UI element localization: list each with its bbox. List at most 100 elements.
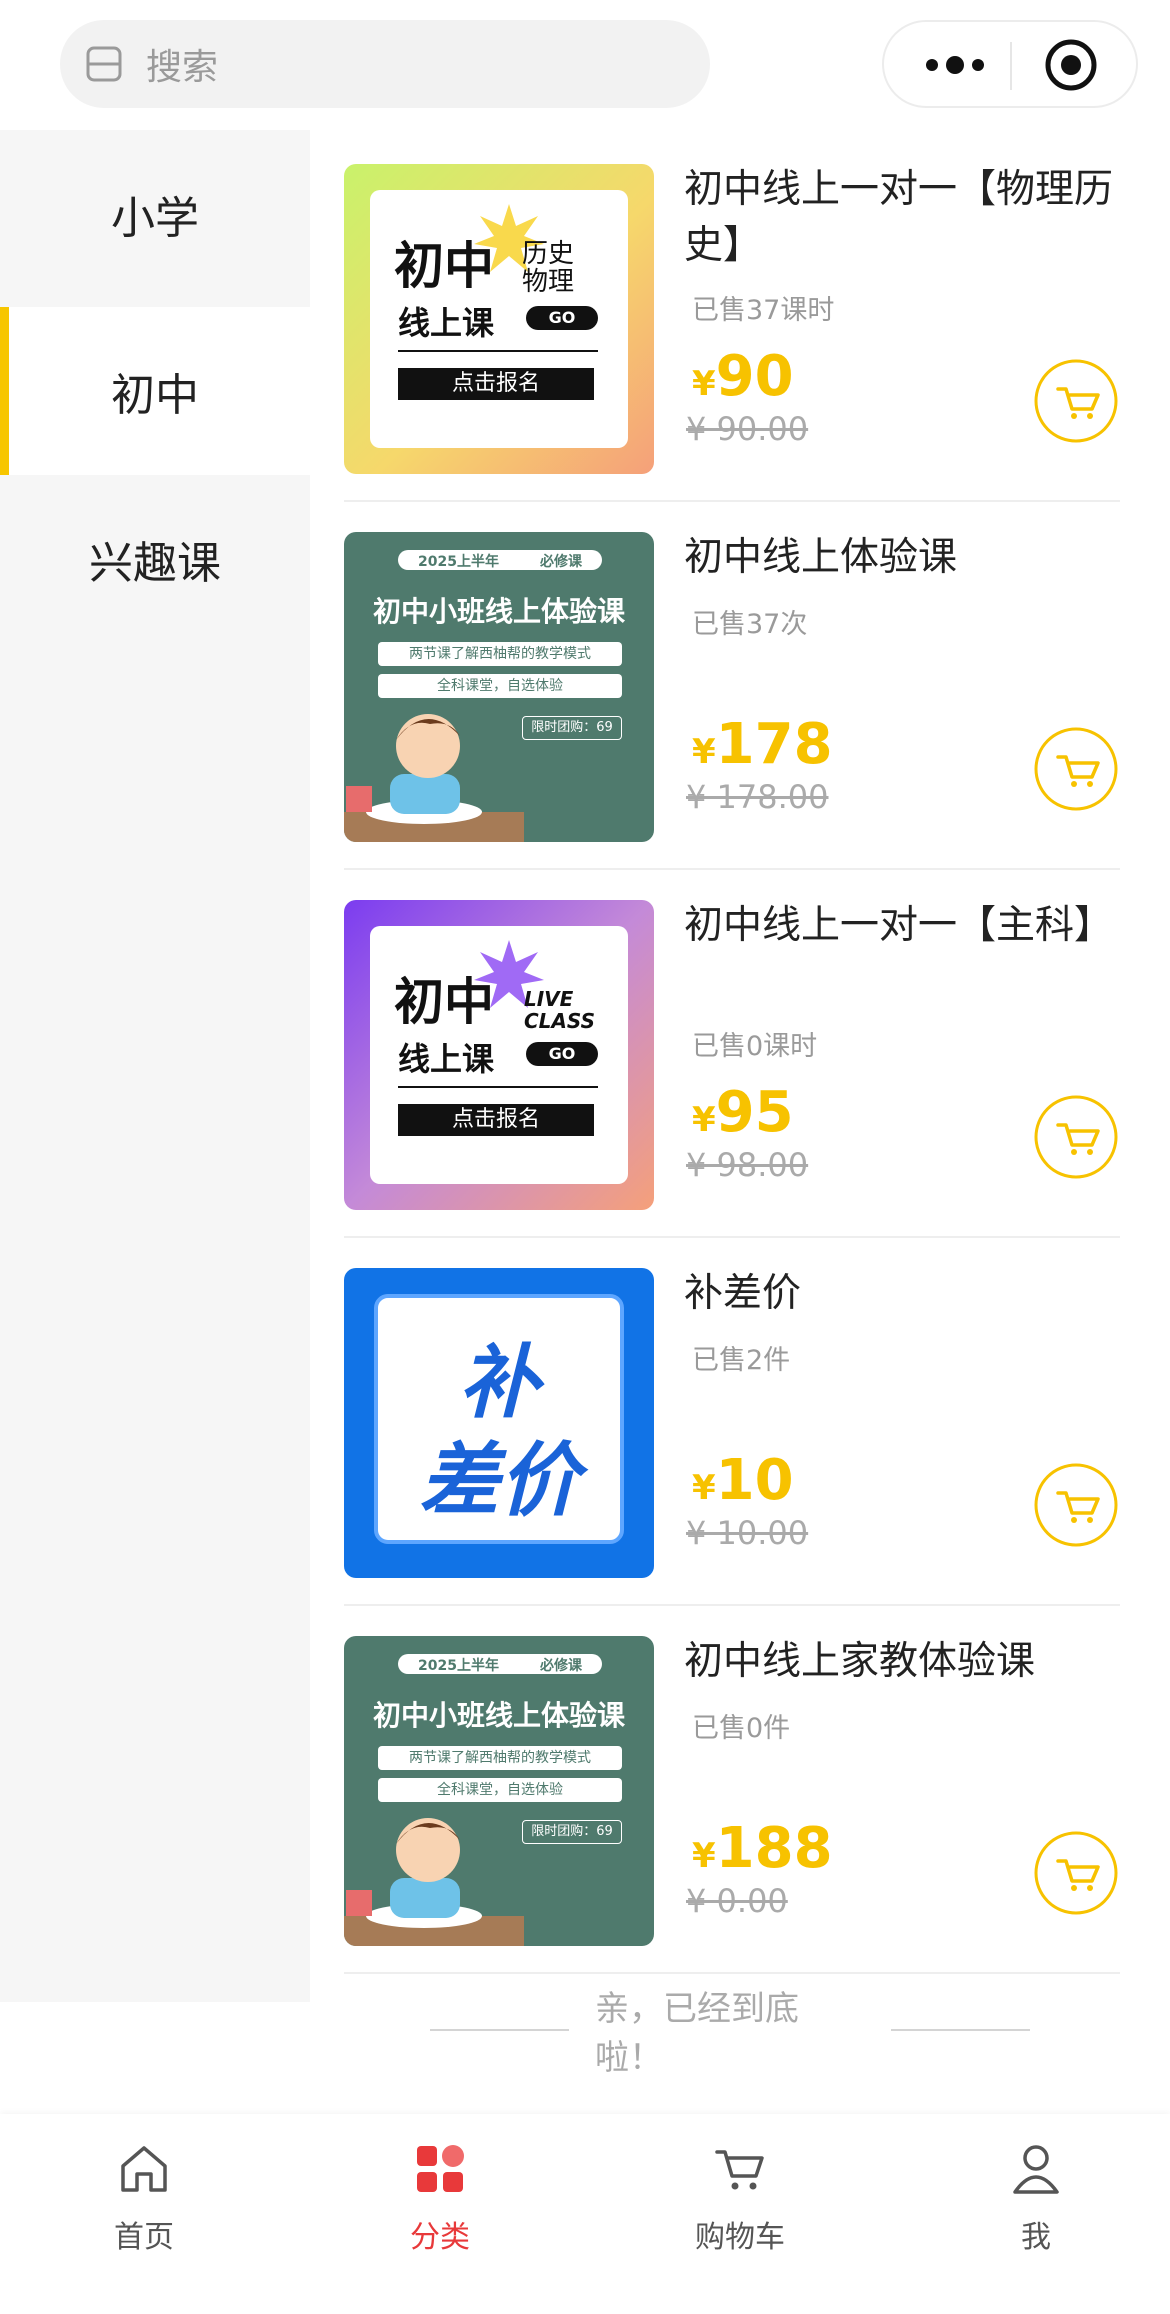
price-currency: ¥	[692, 732, 716, 772]
tab-me[interactable]: 我	[956, 2140, 1116, 2256]
product-item[interactable]: 初中 LIVE CLASS 线上课 GO 点击报名 初中线上一对一【主科】 已售…	[344, 870, 1120, 1238]
more-dots-icon[interactable]	[920, 40, 990, 90]
original-price: ¥ 98.00	[686, 1146, 809, 1184]
thumb-title: 初中小班线上体验课	[372, 595, 625, 628]
price-currency: ¥	[692, 1836, 716, 1876]
thumb-tag: 必修课	[540, 1658, 582, 1674]
capsule-divider	[1010, 42, 1012, 90]
price-value: 10	[715, 1448, 794, 1513]
add-to-cart-icon[interactable]	[1034, 1095, 1118, 1179]
scan-icon	[86, 46, 122, 82]
tab-cart[interactable]: 购物车	[660, 2140, 820, 2256]
thumb-side-text: 物理	[522, 267, 575, 297]
original-price: ¥ 178.00	[686, 778, 829, 816]
student-illustration	[344, 714, 524, 842]
sold-count: 已售37课时	[692, 295, 835, 326]
original-price: ¥ 10.00	[686, 1514, 809, 1552]
thumb-title: 初中小班线上体验课	[372, 1699, 625, 1732]
sold-count: 已售0课时	[692, 1031, 818, 1062]
product-item[interactable]: 初中 历史 物理 线上课 GO 点击报名 初中线上一对一【物理历史】 已售37课…	[344, 134, 1120, 502]
thumb-big-text: 线上课	[398, 304, 495, 342]
thumb-tag: 2025上半年	[418, 554, 499, 570]
thumb-big-text: 线上课	[398, 1040, 495, 1078]
product-thumbnail[interactable]: 初中 LIVE CLASS 线上课 GO 点击报名	[344, 900, 654, 1210]
product-price: ¥188	[692, 1816, 833, 1881]
thumb-side-text: 历史	[522, 239, 575, 269]
price-currency: ¥	[692, 1100, 716, 1140]
thumb-tag: 必修课	[540, 554, 582, 570]
sidebar-item-primary[interactable]: 小学	[0, 130, 310, 298]
product-price: ¥95	[692, 1080, 794, 1145]
tab-category[interactable]: 分类	[360, 2140, 520, 2256]
divider-line	[430, 2029, 569, 2031]
product-name[interactable]: 初中线上体验课	[684, 530, 1114, 586]
product-price: ¥10	[692, 1448, 794, 1513]
search-bar[interactable]: 搜索	[60, 20, 710, 108]
thumb-cta: 点击报名	[398, 1104, 594, 1136]
category-icon	[417, 2145, 464, 2192]
sidebar-item-interest[interactable]: 兴趣课	[0, 475, 310, 643]
product-name[interactable]: 初中线上家教体验课	[684, 1634, 1114, 1690]
price-currency: ¥	[692, 1468, 716, 1508]
go-badge: GO	[526, 1042, 598, 1066]
price-currency: ¥	[692, 364, 716, 404]
home-icon	[121, 2146, 167, 2192]
mini-program-capsule	[882, 20, 1138, 108]
product-item[interactable]: 2025上半年 必修课 初中小班线上体验课 两节课了解西柚帮的教学模式 全科课堂…	[344, 502, 1120, 870]
price-value: 90	[715, 344, 794, 409]
thumb-promo: 限时团购：69	[522, 1820, 622, 1844]
thumb-line: 两节课了解西柚帮的教学模式	[378, 642, 622, 666]
original-price: ¥ 0.00	[686, 1882, 788, 1920]
product-item[interactable]: 补 差价 补差价 已售2件 ¥10 ¥ 10.00	[344, 1238, 1120, 1606]
tab-label: 购物车	[695, 2220, 785, 2255]
thumb-text: 差价	[419, 1434, 579, 1527]
divider-line	[891, 2029, 1030, 2031]
student-illustration	[344, 1818, 524, 1946]
product-price: ¥178	[692, 712, 833, 777]
tab-home[interactable]: 首页	[64, 2140, 224, 2256]
sidebar-item-label: 小学	[111, 193, 199, 244]
bottom-tab-bar: 首页 分类 购物车 我	[0, 2114, 1170, 2314]
tab-label: 我	[1021, 2220, 1051, 2255]
sidebar-item-junior-high[interactable]: 初中	[0, 307, 310, 475]
add-to-cart-icon[interactable]	[1034, 359, 1118, 443]
go-badge: GO	[526, 306, 598, 330]
product-thumbnail[interactable]: 补 差价	[344, 1268, 654, 1578]
price-value: 95	[715, 1080, 794, 1145]
sidebar-item-label: 兴趣课	[89, 538, 221, 589]
product-price: ¥90	[692, 344, 794, 409]
top-bar: 搜索	[0, 0, 1170, 130]
search-placeholder: 搜索	[146, 47, 219, 88]
thumb-big-text: 初中	[394, 237, 494, 295]
product-item[interactable]: 2025上半年 必修课 初中小班线上体验课 两节课了解西柚帮的教学模式 全科课堂…	[344, 1606, 1120, 1974]
user-icon	[1013, 2145, 1059, 2194]
product-name[interactable]: 初中线上一对一【物理历史】	[684, 162, 1114, 274]
product-name[interactable]: 初中线上一对一【主科】	[684, 898, 1114, 954]
thumb-tag: 2025上半年	[418, 1658, 499, 1674]
add-to-cart-icon[interactable]	[1034, 1831, 1118, 1915]
thumb-side-text: CLASS	[524, 1009, 595, 1033]
item-divider	[344, 1972, 1120, 1974]
add-to-cart-icon[interactable]	[1034, 1463, 1118, 1547]
product-thumbnail[interactable]: 初中 历史 物理 线上课 GO 点击报名	[344, 164, 654, 474]
sold-count: 已售2件	[692, 1345, 791, 1376]
original-price: ¥ 90.00	[686, 410, 809, 448]
tab-label: 首页	[114, 2220, 174, 2255]
thumb-line: 两节课了解西柚帮的教学模式	[378, 1746, 622, 1770]
thumb-cta: 点击报名	[398, 368, 594, 400]
sidebar-item-label: 初中	[111, 370, 199, 421]
price-value: 188	[715, 1816, 833, 1881]
sold-count: 已售37次	[692, 609, 808, 640]
thumb-side-text: LIVE	[524, 987, 574, 1011]
product-thumbnail[interactable]: 2025上半年 必修课 初中小班线上体验课 两节课了解西柚帮的教学模式 全科课堂…	[344, 532, 654, 842]
sold-count: 已售0件	[692, 1713, 791, 1744]
product-thumbnail[interactable]: 2025上半年 必修课 初中小班线上体验课 两节课了解西柚帮的教学模式 全科课堂…	[344, 1636, 654, 1946]
category-sidebar: 小学 初中 兴趣课	[0, 130, 310, 2002]
end-text: 亲，已经到底啦！	[594, 1989, 799, 2078]
price-value: 178	[715, 712, 833, 777]
target-icon[interactable]	[1044, 38, 1098, 92]
product-name[interactable]: 补差价	[684, 1266, 1114, 1322]
add-to-cart-icon[interactable]	[1034, 727, 1118, 811]
cart-icon	[715, 2150, 764, 2190]
thumb-promo: 限时团购：69	[522, 716, 622, 740]
